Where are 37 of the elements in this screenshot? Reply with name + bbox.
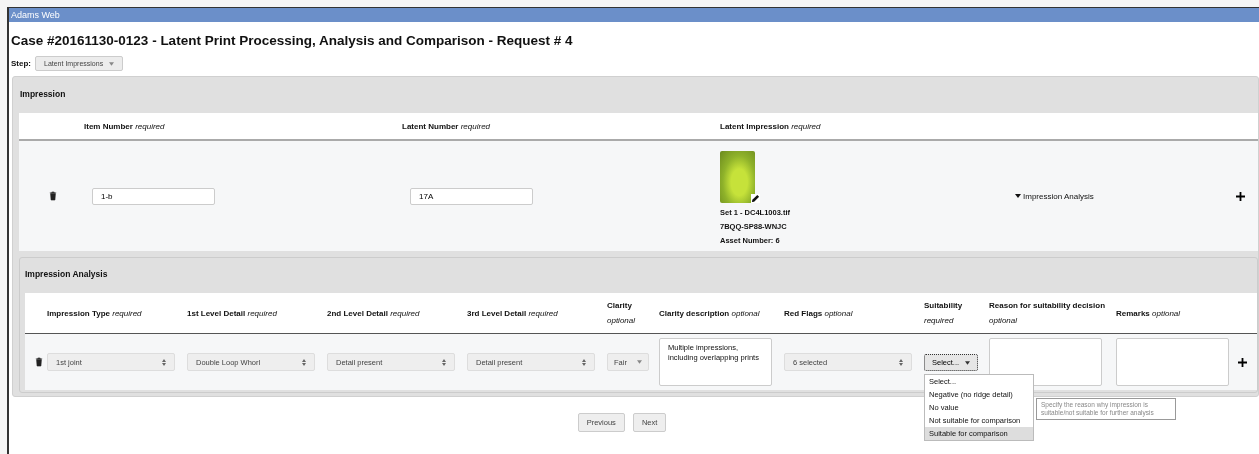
column-header: Suitability required (924, 300, 964, 327)
caret-icon (1015, 193, 1021, 200)
column-header: Impression Type required (47, 307, 143, 320)
sort-arrows-icon (582, 358, 586, 366)
item-number-field[interactable]: 1-b (92, 187, 215, 205)
column-header: 2nd Level Detail required (327, 307, 421, 320)
column-header: Clarity optional (607, 300, 637, 327)
trash-icon[interactable] (35, 357, 43, 367)
caret-icon (109, 62, 115, 67)
latent-number-field[interactable]: 17A (410, 187, 533, 205)
add-icon[interactable] (1236, 191, 1245, 201)
window-title: Adams Web (9, 8, 1259, 22)
column-header: 3rd Level Detail required (467, 307, 559, 320)
sort-arrows-icon (162, 358, 166, 366)
column-header: Latent Impression required (720, 121, 822, 131)
column-header: Reason for suitability decision optional (989, 300, 1107, 327)
remarks-field[interactable] (1116, 338, 1229, 386)
column-header: 1st Level Detail required (187, 307, 278, 320)
impression-analysis-toggle[interactable]: Impression Analysis (1015, 191, 1094, 201)
column-header: Item Number required (84, 121, 166, 131)
panel-title: Impression (19, 88, 67, 101)
panel-title: Impression Analysis (25, 268, 109, 281)
step-label: Step: (11, 59, 31, 68)
column-header: Clarity description optional (659, 307, 761, 320)
sort-arrows-icon (899, 358, 903, 366)
column-header: Remarks optional (1116, 307, 1182, 320)
trash-icon[interactable] (49, 191, 57, 201)
pencil-icon[interactable] (751, 194, 760, 203)
add-icon[interactable] (1238, 357, 1247, 367)
column-header: Latent Number required (402, 121, 492, 131)
reason-field[interactable] (989, 338, 1102, 386)
page-title: Case #20161130-0123 - Latent Print Processing, Analysis and Comparison - Request # 4 (11, 33, 574, 48)
sort-arrows-icon (442, 358, 446, 366)
caret-icon (965, 360, 971, 365)
sort-arrows-icon (302, 358, 306, 366)
column-header: Red Flags optional (784, 307, 854, 320)
caret-icon (637, 360, 642, 364)
